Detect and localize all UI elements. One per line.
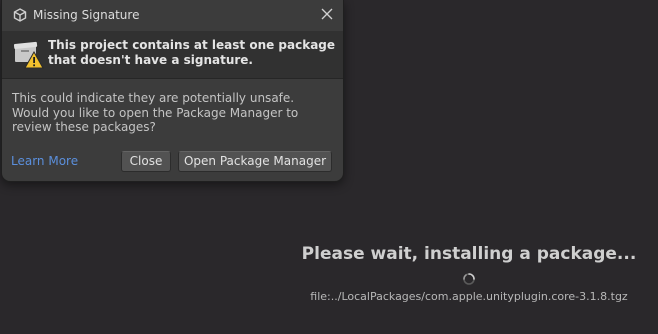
installing-status-text: Please wait, installing a package... — [301, 244, 637, 264]
loading-spinner-icon — [463, 273, 475, 285]
package-file-path: file:../LocalPackages/com.apple.unityplu… — [310, 290, 628, 303]
dialog-body-text: This could indicate they are potentially… — [12, 91, 299, 134]
dialog-header: This project contains at least one packa… — [2, 31, 343, 79]
close-icon[interactable] — [320, 7, 334, 21]
dialog-header-text: This project contains at least one packa… — [48, 38, 336, 67]
learn-more-link[interactable]: Learn More — [11, 154, 78, 168]
missing-signature-dialog: Missing Signature This project contains … — [1, 0, 344, 182]
unity-logo-icon — [13, 8, 27, 22]
package-warning-icon — [13, 41, 44, 69]
dialog-titlebar: Missing Signature — [2, 0, 343, 31]
close-button[interactable]: Close — [121, 151, 171, 172]
open-package-manager-button[interactable]: Open Package Manager — [178, 151, 332, 172]
dialog-title: Missing Signature — [33, 8, 140, 22]
